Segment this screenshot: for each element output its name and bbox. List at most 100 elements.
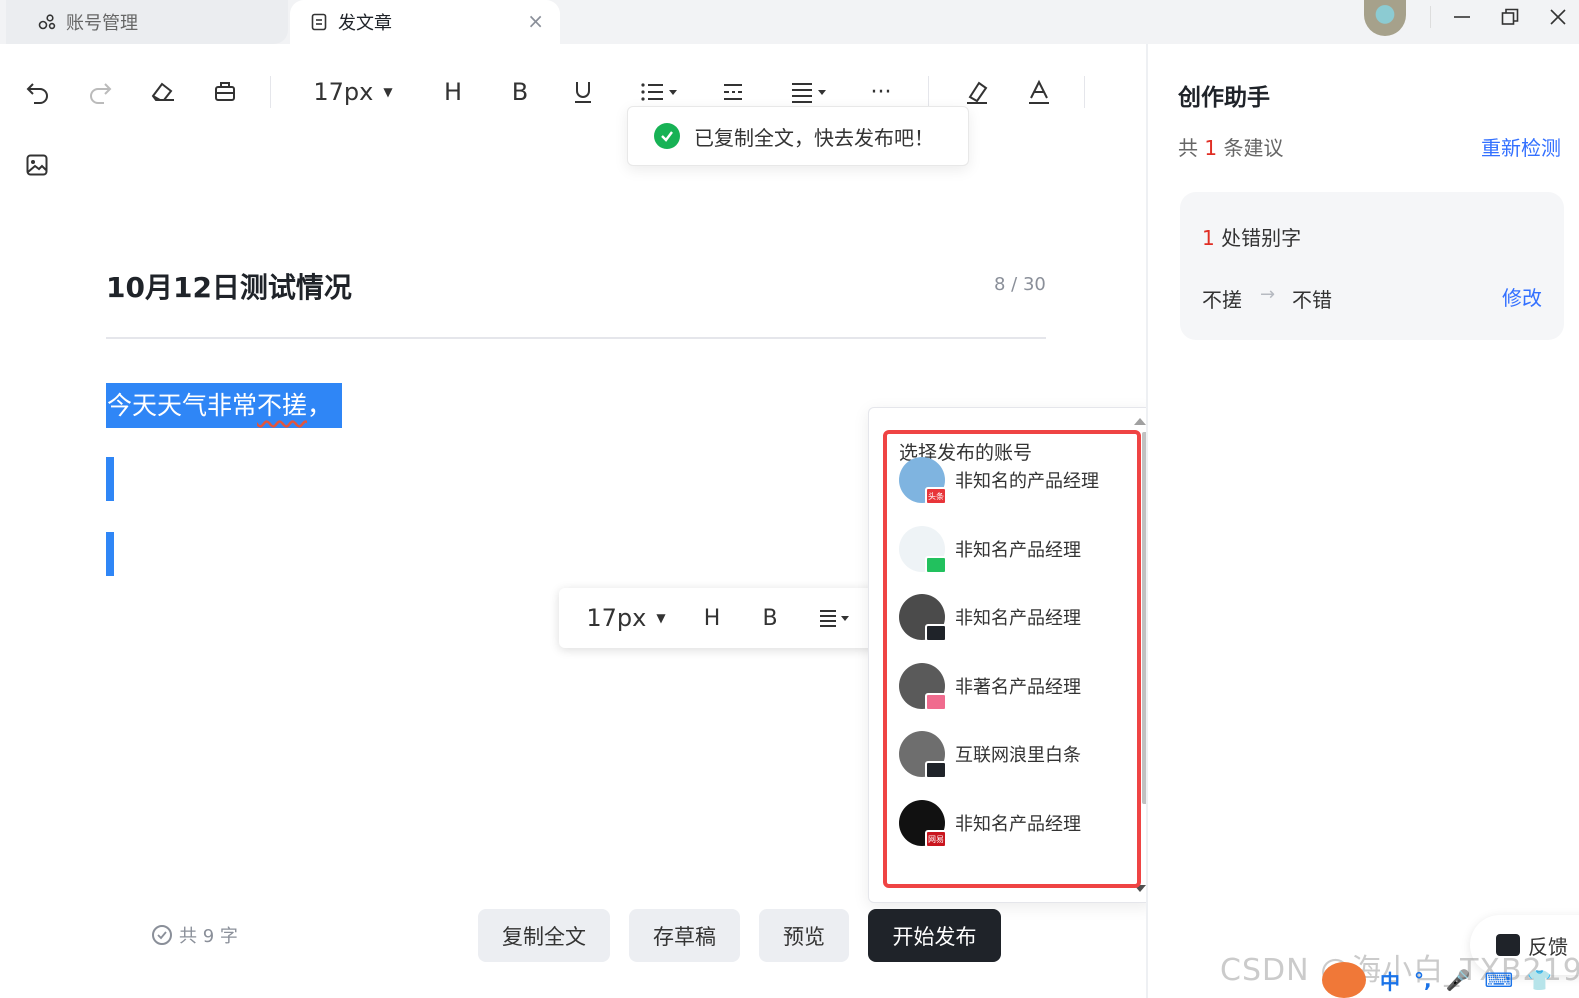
floating-format-toolbar: 17px ▼ H B	[559, 588, 889, 648]
preview-button[interactable]: 预览	[759, 909, 849, 962]
account-avatar: 网易	[899, 800, 947, 848]
card-number: 1	[1202, 226, 1215, 250]
minimize-icon[interactable]	[1451, 6, 1473, 28]
empty-line-selection[interactable]	[106, 457, 114, 501]
platform-badge-icon: 头条	[925, 487, 947, 505]
shirt-icon[interactable]: 👕	[1527, 968, 1552, 992]
document-icon	[310, 13, 328, 31]
ime-punctuation[interactable]: °,	[1414, 968, 1432, 992]
restore-icon[interactable]	[1499, 6, 1521, 28]
copy-success-toast: 已复制全文，快去发布吧！	[627, 106, 969, 166]
writing-assistant-panel: 创作助手 共 1 条建议 重新检测 1 处错别字 不搓 → 不错 修改	[1146, 44, 1579, 998]
selected-paragraph[interactable]: 今天天气非常不搓，	[106, 383, 342, 428]
account-item[interactable]: 非知名产品经理	[899, 525, 1081, 574]
account-item[interactable]: 网易 非知名产品经理	[899, 799, 1081, 848]
window-controls	[1451, 0, 1579, 34]
scroll-up-icon[interactable]	[1134, 418, 1146, 425]
highlighter-icon[interactable]	[962, 74, 992, 110]
divider	[1430, 6, 1431, 28]
heading-button[interactable]: H	[697, 600, 727, 636]
check-circle-icon	[654, 123, 680, 149]
bold-button[interactable]: B	[505, 74, 535, 110]
typo-word[interactable]: 不搓	[257, 391, 307, 420]
eraser-icon[interactable]	[146, 74, 180, 110]
word-count-text: 共 9 字	[179, 926, 238, 947]
count-suffix: 条建议	[1223, 136, 1284, 160]
platform-badge-icon: 网易	[925, 830, 947, 848]
font-color-icon[interactable]	[1024, 74, 1054, 110]
account-avatar	[899, 663, 947, 711]
account-name: 非知名产品经理	[955, 814, 1081, 835]
editor-toolbar: 17px ▼ H B ···	[0, 46, 1146, 136]
card-title-text: 处错别字	[1221, 226, 1302, 250]
format-painter-icon[interactable]	[210, 74, 240, 110]
title-char-count: 8 / 30	[994, 274, 1046, 295]
divider-line-icon[interactable]	[718, 74, 748, 110]
caret-down-icon: ▼	[656, 611, 666, 625]
caret-down-icon: ▼	[383, 85, 393, 99]
redo-icon[interactable]	[84, 74, 116, 110]
account-avatar: 头条	[899, 457, 947, 505]
correct-word: 不错	[1292, 288, 1332, 312]
account-name: 非知名的产品经理	[955, 471, 1099, 492]
account-item[interactable]: 互联网浪里白条	[899, 730, 1081, 779]
user-avatar[interactable]	[1364, 0, 1406, 36]
close-tab-icon[interactable]: ×	[527, 9, 544, 33]
account-name: 非著名产品经理	[955, 677, 1081, 698]
text-segment: 今天天气非常	[107, 391, 258, 420]
card-title: 1 处错别字	[1202, 222, 1301, 251]
copy-all-button[interactable]: 复制全文	[478, 909, 610, 962]
font-size-value: 17px	[313, 78, 374, 106]
account-avatar	[899, 731, 947, 779]
save-draft-button[interactable]: 存草稿	[629, 909, 740, 962]
divider	[270, 76, 271, 108]
assistant-title: 创作助手	[1178, 85, 1270, 111]
underline-icon[interactable]	[568, 74, 598, 110]
insert-image-icon[interactable]	[26, 154, 48, 180]
bold-button[interactable]: B	[755, 600, 785, 636]
start-publish-button[interactable]: 开始发布	[868, 909, 1001, 962]
tab-label: 发文章	[338, 13, 392, 34]
align-icon[interactable]	[815, 600, 855, 636]
platform-badge-icon	[925, 556, 947, 574]
tab-account-management[interactable]: 账号管理	[6, 0, 288, 44]
platform-badge-icon	[925, 761, 947, 779]
account-item[interactable]: 非知名产品经理	[899, 593, 1081, 642]
microphone-icon[interactable]: 🎤	[1446, 968, 1471, 992]
close-window-icon[interactable]	[1547, 6, 1569, 28]
account-name: 非知名产品经理	[955, 608, 1081, 629]
undo-icon[interactable]	[22, 74, 54, 110]
count-number: 1	[1204, 136, 1218, 160]
wrong-word: 不搓	[1202, 288, 1242, 312]
font-size-value: 17px	[586, 604, 647, 632]
tab-label: 账号管理	[66, 13, 138, 34]
app-window: 账号管理 发文章 × 17px ▼ H B ··· 已复制全文，快去发布吧！ 1…	[0, 0, 1579, 998]
account-item[interactable]: 非著名产品经理	[899, 662, 1081, 711]
word-count: 共 9 字	[152, 922, 238, 948]
align-icon[interactable]	[788, 74, 830, 110]
recheck-link[interactable]: 重新检测	[1481, 132, 1561, 161]
ime-toolbar: 中 °, 🎤 ⌨ 👕	[1322, 962, 1579, 998]
empty-line-selection[interactable]	[106, 532, 114, 576]
bullet-list-icon[interactable]	[638, 74, 680, 110]
fix-link[interactable]: 修改	[1502, 282, 1542, 311]
account-name: 互联网浪里白条	[955, 745, 1081, 766]
heading-button[interactable]: H	[438, 74, 468, 110]
account-select-dropdown: 选择发布的账号 头条 非知名的产品经理 非知名产品经理 非知名产品经理 非著名产品经理互…	[868, 407, 1153, 903]
account-item[interactable]: 头条 非知名的产品经理	[899, 456, 1099, 505]
more-options-button[interactable]: ···	[866, 74, 896, 110]
account-avatar	[899, 594, 947, 642]
tab-publish-article[interactable]: 发文章 ×	[290, 0, 560, 44]
keyboard-icon[interactable]: ⌨	[1485, 968, 1514, 992]
title-divider	[106, 337, 1046, 339]
ime-logo-icon[interactable]	[1322, 962, 1366, 998]
font-size-select[interactable]: 17px ▼	[581, 600, 671, 636]
article-title[interactable]: 10月12日测试情况	[106, 266, 352, 306]
toast-message: 已复制全文，快去发布吧！	[694, 125, 934, 150]
check-circle-icon	[152, 925, 172, 945]
typo-suggestion-card: 1 处错别字 不搓 → 不错 修改	[1180, 192, 1564, 340]
count-prefix: 共	[1178, 136, 1198, 160]
divider	[1084, 76, 1085, 108]
ime-mode[interactable]: 中	[1380, 966, 1400, 995]
font-size-select[interactable]: 17px ▼	[308, 74, 398, 110]
